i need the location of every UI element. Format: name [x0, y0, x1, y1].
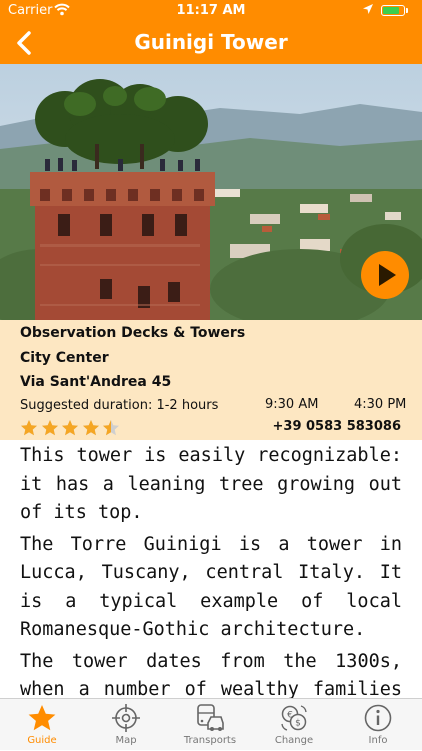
description-text: This tower is easily recognizable: it ha… — [20, 442, 402, 698]
description-paragraph: This tower is easily recognizable: it ha… — [20, 445, 402, 523]
star-icon — [103, 420, 119, 436]
bus-car-icon — [197, 704, 224, 731]
info-icon — [364, 704, 392, 732]
star-icon — [41, 420, 58, 436]
place-info-panel: Observation Decks & Towers City Center V… — [0, 320, 422, 440]
address-label: Via Sant'Andrea 45 — [20, 374, 172, 390]
tab-label: Change — [274, 735, 314, 746]
closing-time: 4:30 PM — [354, 397, 407, 412]
description-paragraph: The tower dates from the 1300s, when a n… — [20, 650, 402, 699]
crosshair-icon — [112, 704, 140, 732]
tab-transports[interactable]: Transports — [168, 699, 252, 751]
svg-text:$: $ — [295, 719, 301, 729]
star-icon — [62, 420, 78, 436]
star-icon — [21, 420, 37, 436]
svg-text:€: € — [287, 711, 293, 721]
opening-time: 9:30 AM — [265, 397, 319, 412]
status-bar: Carrier 11:17 AM — [0, 0, 422, 22]
battery-icon — [381, 5, 405, 16]
description-paragraph: The Torre Guinigi is a tower in Lucca, T… — [20, 533, 402, 641]
tab-info[interactable]: Info — [336, 699, 420, 751]
phone-number[interactable]: +39 0583 583086 — [260, 419, 402, 434]
battery-level — [383, 7, 399, 14]
tab-bar: Guide Map Transports € $ Change Info — [0, 698, 422, 750]
tab-change[interactable]: € $ Change — [252, 699, 336, 751]
area-label: City Center — [20, 350, 109, 366]
clock-time: 11:17 AM — [176, 3, 246, 18]
play-audio-button[interactable] — [361, 251, 409, 299]
battery-tip — [406, 8, 408, 13]
tab-label: Info — [368, 735, 388, 746]
tab-label: Map — [115, 735, 137, 746]
tab-map[interactable]: Map — [84, 699, 168, 751]
tab-guide[interactable]: Guide — [0, 699, 84, 751]
duration-label: Suggested duration: 1-2 hours — [20, 398, 219, 413]
category-label: Observation Decks & Towers — [20, 325, 246, 341]
location-arrow-icon — [362, 3, 374, 19]
navigation-bar: Guinigi Tower — [0, 22, 422, 64]
page-title: Guinigi Tower — [134, 30, 288, 54]
currency-exchange-icon: € $ — [281, 705, 307, 731]
tab-label: Transports — [183, 735, 237, 746]
play-icon — [379, 264, 396, 286]
tab-label: Guide — [27, 735, 57, 746]
star-icon — [28, 705, 56, 731]
tower-photo — [0, 64, 422, 320]
star-icon — [82, 420, 99, 436]
